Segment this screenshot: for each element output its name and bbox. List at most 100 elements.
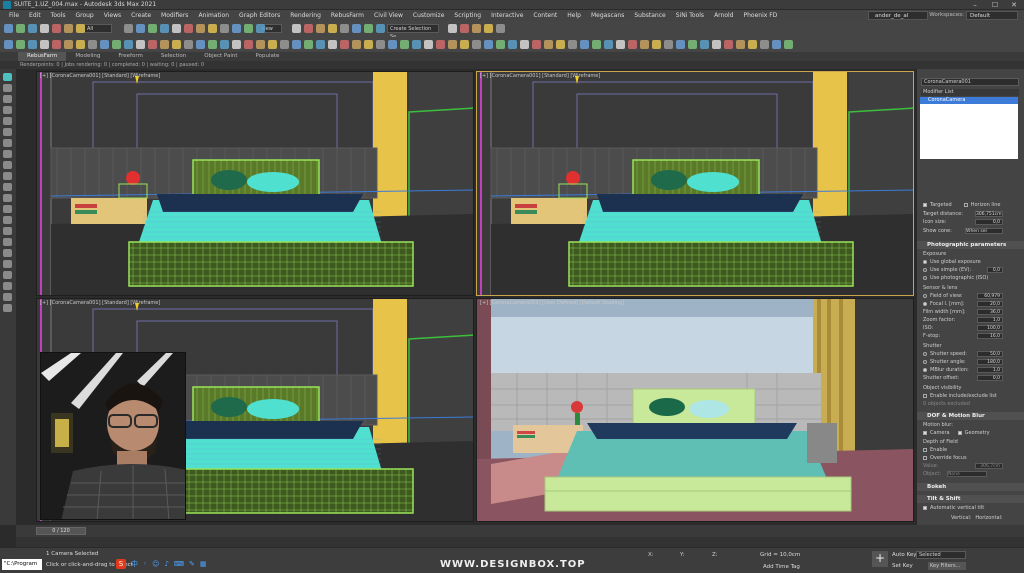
camera-icon[interactable] — [352, 40, 361, 49]
menu-megascans[interactable]: Megascans — [586, 12, 629, 19]
viewport-label[interactable]: [+] [CoronaCamera001] [Standard] [Wirefr… — [480, 73, 600, 79]
play-icon[interactable] — [472, 40, 481, 49]
skin-icon[interactable]: ✎ — [189, 560, 195, 568]
scatter-icon[interactable] — [76, 40, 85, 49]
scale-icon[interactable] — [148, 24, 157, 33]
fov-radio[interactable]: Field of view: — [930, 293, 962, 299]
simple-ev-field[interactable]: 0,0 — [987, 267, 1003, 273]
side-tool-2-icon[interactable] — [3, 84, 12, 92]
rotate-icon[interactable] — [136, 24, 145, 33]
play-icon[interactable] — [316, 40, 325, 49]
override-focus-checkbox[interactable]: Override focus — [930, 455, 967, 461]
render-frame-icon[interactable] — [616, 40, 625, 49]
time-slider[interactable]: 0 / 120 — [16, 525, 1024, 537]
sky-icon[interactable] — [280, 40, 289, 49]
select-region-icon[interactable] — [76, 24, 85, 33]
stop-icon[interactable] — [484, 40, 493, 49]
shutter-angle-radio[interactable]: Shutter angle: — [930, 359, 966, 365]
helper-icon[interactable] — [88, 40, 97, 49]
object-name-field[interactable]: CoronaCamera001 — [921, 78, 1019, 86]
material-icon[interactable] — [136, 40, 145, 49]
stop-icon[interactable] — [172, 40, 181, 49]
iso-field[interactable]: 100,0 — [977, 325, 1003, 331]
shutter-offset-field[interactable]: 0,0 — [977, 375, 1003, 381]
use-photographic-radio[interactable]: Use photographic (ISO) — [930, 275, 988, 281]
zoom-factor-field[interactable]: 1,0 — [977, 317, 1003, 323]
viewport-top-right[interactable]: [+] [CoronaCamera001] [Standard] [Wirefr… — [476, 71, 914, 296]
side-tool-5-icon[interactable] — [3, 117, 12, 125]
menu-interactive[interactable]: Interactive — [486, 12, 528, 19]
play-icon[interactable] — [160, 40, 169, 49]
material-icon[interactable] — [448, 40, 457, 49]
render-frame-icon[interactable] — [148, 40, 157, 49]
film-width-field[interactable]: 36,0 — [977, 309, 1003, 315]
mblur-field[interactable]: 1,0 — [977, 367, 1003, 373]
sky-icon[interactable] — [592, 40, 601, 49]
dof-enable-checkbox[interactable]: Enable — [930, 447, 947, 453]
camera-icon[interactable] — [664, 40, 673, 49]
light-icon[interactable] — [28, 40, 37, 49]
menu-substance[interactable]: Substance — [629, 12, 670, 19]
paint-icon[interactable] — [64, 40, 73, 49]
menu-group[interactable]: Group — [70, 12, 98, 19]
play-icon[interactable] — [4, 40, 13, 49]
object-icon[interactable] — [52, 40, 61, 49]
object-icon[interactable] — [676, 40, 685, 49]
railclone-icon[interactable] — [736, 40, 745, 49]
object-icon[interactable] — [208, 40, 217, 49]
viewport-label[interactable]: [+] [CoronaCamera001] [Standard] [Wirefr… — [40, 73, 160, 79]
render-frame-icon[interactable] — [460, 40, 469, 49]
render-frame-icon[interactable] — [772, 40, 781, 49]
chinese-input-icon[interactable]: 中 — [131, 559, 138, 569]
viewport-bottom-right[interactable]: [+] [CoronaCamera001] [User Defined] [De… — [476, 298, 914, 522]
menu-arnold[interactable]: Arnold — [709, 12, 738, 19]
menu-views[interactable]: Views — [99, 12, 126, 19]
stop-icon[interactable] — [328, 40, 337, 49]
side-tool-14-icon[interactable] — [3, 216, 12, 224]
focal-radio[interactable]: Focal l. [mm]: — [930, 301, 964, 307]
menu-content[interactable]: Content — [528, 12, 562, 19]
material-icon[interactable] — [604, 40, 613, 49]
select-region-icon[interactable] — [352, 24, 361, 33]
camera-icon[interactable] — [508, 40, 517, 49]
undo-icon[interactable] — [4, 24, 13, 33]
light-icon[interactable] — [184, 40, 193, 49]
render-setup-icon[interactable] — [232, 24, 241, 33]
sky-icon[interactable] — [436, 40, 445, 49]
play-icon[interactable] — [784, 40, 793, 49]
railclone-icon[interactable] — [268, 40, 277, 49]
redo-icon[interactable] — [292, 24, 301, 33]
menu-grid-icon[interactable]: ▦ — [200, 560, 207, 568]
camera-mb-checkbox[interactable]: Camera — [930, 430, 950, 436]
material-editor-icon[interactable] — [220, 24, 229, 33]
side-tool-7-icon[interactable] — [3, 139, 12, 147]
undo-icon[interactable] — [256, 24, 265, 33]
layer-icon[interactable] — [496, 24, 505, 33]
side-tool-19-icon[interactable] — [3, 271, 12, 279]
bind-icon[interactable] — [328, 24, 337, 33]
curve-editor-icon[interactable] — [208, 24, 217, 33]
add-key-button[interactable]: + — [872, 551, 888, 567]
fov-field[interactable]: 60,979 — [977, 293, 1003, 299]
viewport-label[interactable]: [+] [CoronaCamera001] [Standard] [Wirefr… — [40, 300, 160, 306]
include-exclude-checkbox[interactable]: Enable include/exclude list — [930, 393, 997, 399]
key-filters-button[interactable]: Key Filters... — [928, 562, 966, 570]
stack-item[interactable]: CoronaCamera — [920, 97, 1018, 104]
scatter-icon[interactable] — [388, 40, 397, 49]
add-time-tag[interactable]: Add Time Tag — [763, 564, 800, 570]
menu-tools[interactable]: Tools — [46, 12, 71, 19]
snap-icon[interactable] — [460, 24, 469, 33]
scatter-icon[interactable] — [232, 40, 241, 49]
modifier-stack[interactable]: CoronaCamera — [920, 97, 1018, 159]
forest-icon[interactable] — [256, 40, 265, 49]
side-tool-1-icon[interactable] — [3, 73, 12, 81]
ribbon-tab-selection[interactable]: Selection — [152, 52, 195, 61]
menu-rebusfarm[interactable]: RebusFarm — [326, 12, 369, 19]
camera-icon[interactable] — [196, 40, 205, 49]
maxscript-listener[interactable]: "C:\Program — [2, 559, 42, 570]
side-tool-13-icon[interactable] — [3, 205, 12, 213]
light-icon[interactable] — [340, 40, 349, 49]
focus-value-field[interactable]: 306,7cm — [975, 463, 1003, 469]
ribbon-tab-modeling[interactable]: Modeling — [66, 52, 109, 61]
render-frame-icon[interactable] — [304, 40, 313, 49]
